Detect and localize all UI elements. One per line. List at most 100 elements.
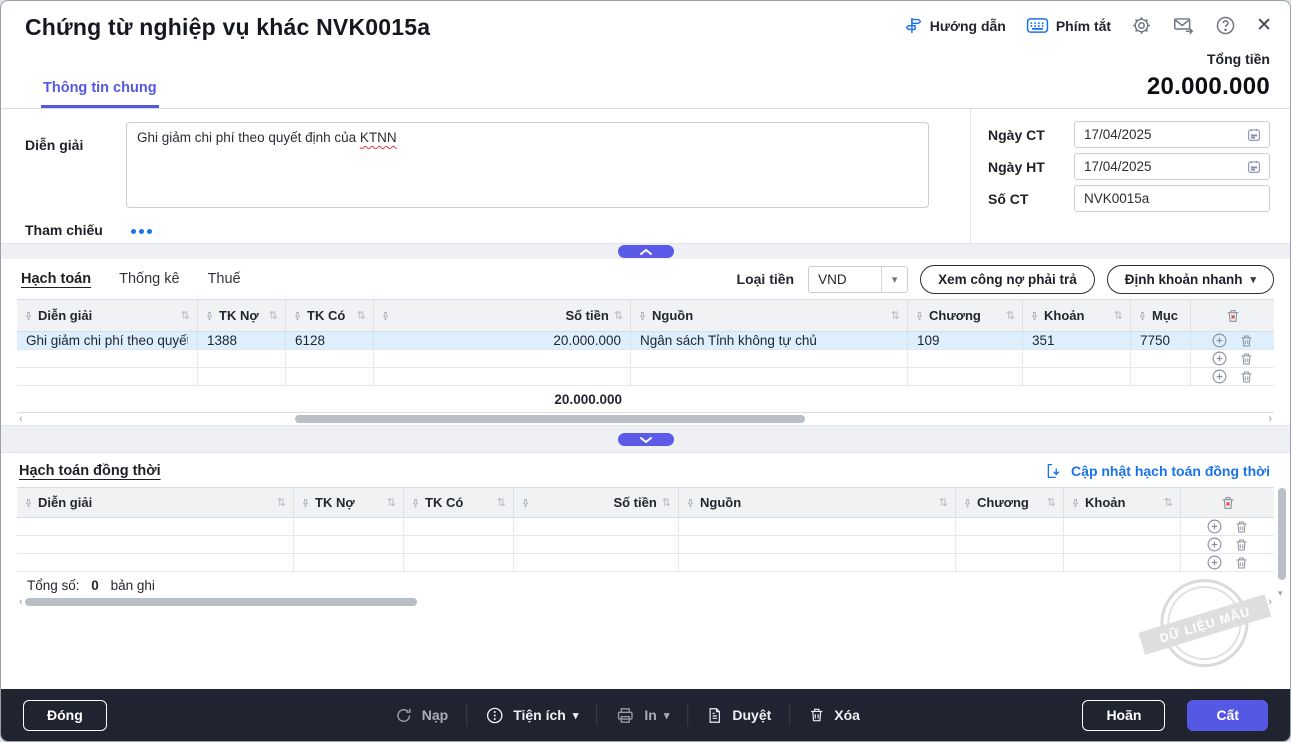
guide-button[interactable]: Hướng dẫn <box>904 16 1006 35</box>
column-header-chapter[interactable]: Chương ⇅ <box>956 488 1064 517</box>
cell-amount[interactable]: 20.000.000 <box>374 332 631 349</box>
delete-row-icon[interactable] <box>1239 351 1254 367</box>
settings-gear-icon[interactable] <box>1131 15 1152 36</box>
column-header-amount[interactable]: Số tiền ⇅ <box>374 300 631 331</box>
column-header-debit[interactable]: TK Nợ ⇅ <box>198 300 286 331</box>
table-row-empty[interactable] <box>17 518 1274 536</box>
utilities-button[interactable]: Tiện ích ▾ <box>485 706 578 725</box>
scrollbar-thumb[interactable] <box>25 598 417 606</box>
date-ht-field[interactable] <box>1074 153 1270 180</box>
send-mail-icon[interactable] <box>1172 15 1195 36</box>
cell-source[interactable]: Ngân sách Tỉnh không tự chủ <box>631 332 908 349</box>
doc-no-field[interactable] <box>1074 185 1270 212</box>
cell-credit[interactable]: 6128 <box>286 332 374 349</box>
update-simultaneous-link[interactable]: Cập nhật hạch toán đồng thời <box>1045 462 1270 480</box>
column-header-credit[interactable]: TK Có ⇅ <box>404 488 514 517</box>
add-row-icon[interactable] <box>1211 332 1228 349</box>
column-header-chapter[interactable]: Chương ⇅ <box>908 300 1023 331</box>
sort-icon: ⇅ <box>276 497 286 509</box>
print-button[interactable]: In ▾ <box>615 706 669 725</box>
add-row-icon[interactable] <box>1211 368 1228 385</box>
quick-entry-button[interactable]: Định khoản nhanh ▾ <box>1106 264 1274 294</box>
postpone-button[interactable]: Hoãn <box>1082 699 1166 731</box>
cell-khoan[interactable]: 351 <box>1023 332 1131 349</box>
scroll-left-arrow[interactable]: ‹ <box>19 413 23 425</box>
add-row-icon[interactable] <box>1206 536 1223 553</box>
column-header-source[interactable]: Nguồn ⇅ <box>631 300 908 331</box>
shortcuts-button[interactable]: Phím tắt <box>1026 17 1111 34</box>
sort-icon: ⇅ <box>890 310 900 322</box>
total-amount-value: 20.000.000 <box>1146 73 1270 100</box>
column-header-muc[interactable]: Mục <box>1131 300 1191 331</box>
currency-select[interactable]: VND ▾ <box>808 265 909 293</box>
table-row-empty[interactable] <box>17 536 1274 554</box>
cell-muc[interactable]: 7750 <box>1131 332 1191 349</box>
delete-all-rows-icon[interactable] <box>1181 488 1274 517</box>
date-ht-label: Ngày HT <box>988 158 1045 175</box>
scroll-right-arrow[interactable]: › <box>1268 596 1272 608</box>
sort-icon: ⇅ <box>1113 310 1123 322</box>
table-row-empty[interactable] <box>17 554 1274 572</box>
pin-icon <box>26 498 31 507</box>
delete-all-rows-icon[interactable] <box>1191 300 1274 331</box>
calendar-icon[interactable] <box>1246 127 1269 143</box>
approve-button[interactable]: Duyệt <box>706 706 771 725</box>
horizontal-scrollbar[interactable]: ‹ › <box>17 596 1274 608</box>
scrollbar-thumb[interactable] <box>1278 488 1286 580</box>
date-ht-input[interactable] <box>1075 159 1246 174</box>
scroll-left-arrow[interactable]: ‹ <box>19 596 23 608</box>
help-icon[interactable] <box>1215 15 1236 36</box>
vertical-scrollbar[interactable]: ▾ <box>1278 488 1286 607</box>
delete-row-icon[interactable] <box>1234 555 1249 571</box>
collapse-down-button[interactable] <box>617 433 674 446</box>
column-header-source[interactable]: Nguồn ⇅ <box>679 488 956 517</box>
view-payables-button[interactable]: Xem công nợ phải trả <box>920 264 1095 294</box>
save-button[interactable]: Cất <box>1187 699 1268 731</box>
tab-accounting[interactable]: Hạch toán <box>21 271 91 287</box>
delete-button[interactable]: Xóa <box>808 706 860 724</box>
table-row-empty[interactable] <box>17 368 1274 386</box>
date-ct-field[interactable] <box>1074 121 1270 148</box>
close-button[interactable]: Đóng <box>23 699 107 731</box>
add-row-icon[interactable] <box>1206 518 1223 535</box>
scroll-down-arrow[interactable]: ▾ <box>1278 588 1283 599</box>
doc-no-input[interactable] <box>1075 191 1269 206</box>
document-icon <box>709 707 721 723</box>
table-row[interactable]: Ghi giảm chi phí theo quyết địn... 1388 … <box>17 332 1274 350</box>
reference-more-dots-icon[interactable] <box>131 229 152 234</box>
scrollbar-thumb[interactable] <box>295 415 805 423</box>
pin-icon <box>917 311 922 320</box>
add-row-icon[interactable] <box>1206 554 1223 571</box>
column-header-credit[interactable]: TK Có ⇅ <box>286 300 374 331</box>
chevron-down-icon <box>639 436 652 443</box>
cell-chapter[interactable]: 109 <box>908 332 1023 349</box>
simultaneous-title-link[interactable]: Hạch toán đồng thời <box>19 463 161 479</box>
reload-button[interactable]: Nạp <box>394 706 448 725</box>
cell-desc[interactable]: Ghi giảm chi phí theo quyết địn... <box>17 332 198 349</box>
collapse-up-button[interactable] <box>617 245 674 258</box>
tab-tax[interactable]: Thuế <box>208 271 241 287</box>
delete-row-icon[interactable] <box>1239 333 1254 349</box>
table-row-empty[interactable] <box>17 350 1274 368</box>
delete-row-icon[interactable] <box>1239 369 1254 385</box>
column-header-khoan[interactable]: Khoản ⇅ <box>1023 300 1131 331</box>
delete-row-icon[interactable] <box>1234 537 1249 553</box>
column-header-desc[interactable]: Diễn giải ⇅ <box>17 300 198 331</box>
cell-debit[interactable]: 1388 <box>198 332 286 349</box>
column-header-desc[interactable]: Diễn giải ⇅ <box>17 488 294 517</box>
sync-down-icon <box>1047 463 1060 479</box>
close-window-icon[interactable]: ✕ <box>1256 16 1272 35</box>
table-total-row: 20.000.000 <box>17 386 1274 413</box>
column-header-debit[interactable]: TK Nợ ⇅ <box>294 488 404 517</box>
add-row-icon[interactable] <box>1211 350 1228 367</box>
tab-general-info[interactable]: Thông tin chung <box>41 80 159 108</box>
delete-row-icon[interactable] <box>1234 519 1249 535</box>
column-header-amount[interactable]: Số tiền ⇅ <box>514 488 679 517</box>
horizontal-scrollbar[interactable]: ‹ › <box>17 413 1274 425</box>
scroll-right-arrow[interactable]: › <box>1268 413 1272 425</box>
tab-statistics[interactable]: Thống kê <box>119 271 179 287</box>
date-ct-input[interactable] <box>1075 127 1246 142</box>
column-header-khoan[interactable]: Khoản ⇅ <box>1064 488 1181 517</box>
description-input[interactable]: Ghi giảm chi phí theo quyết định của KTN… <box>126 122 929 208</box>
calendar-icon[interactable] <box>1246 159 1269 175</box>
